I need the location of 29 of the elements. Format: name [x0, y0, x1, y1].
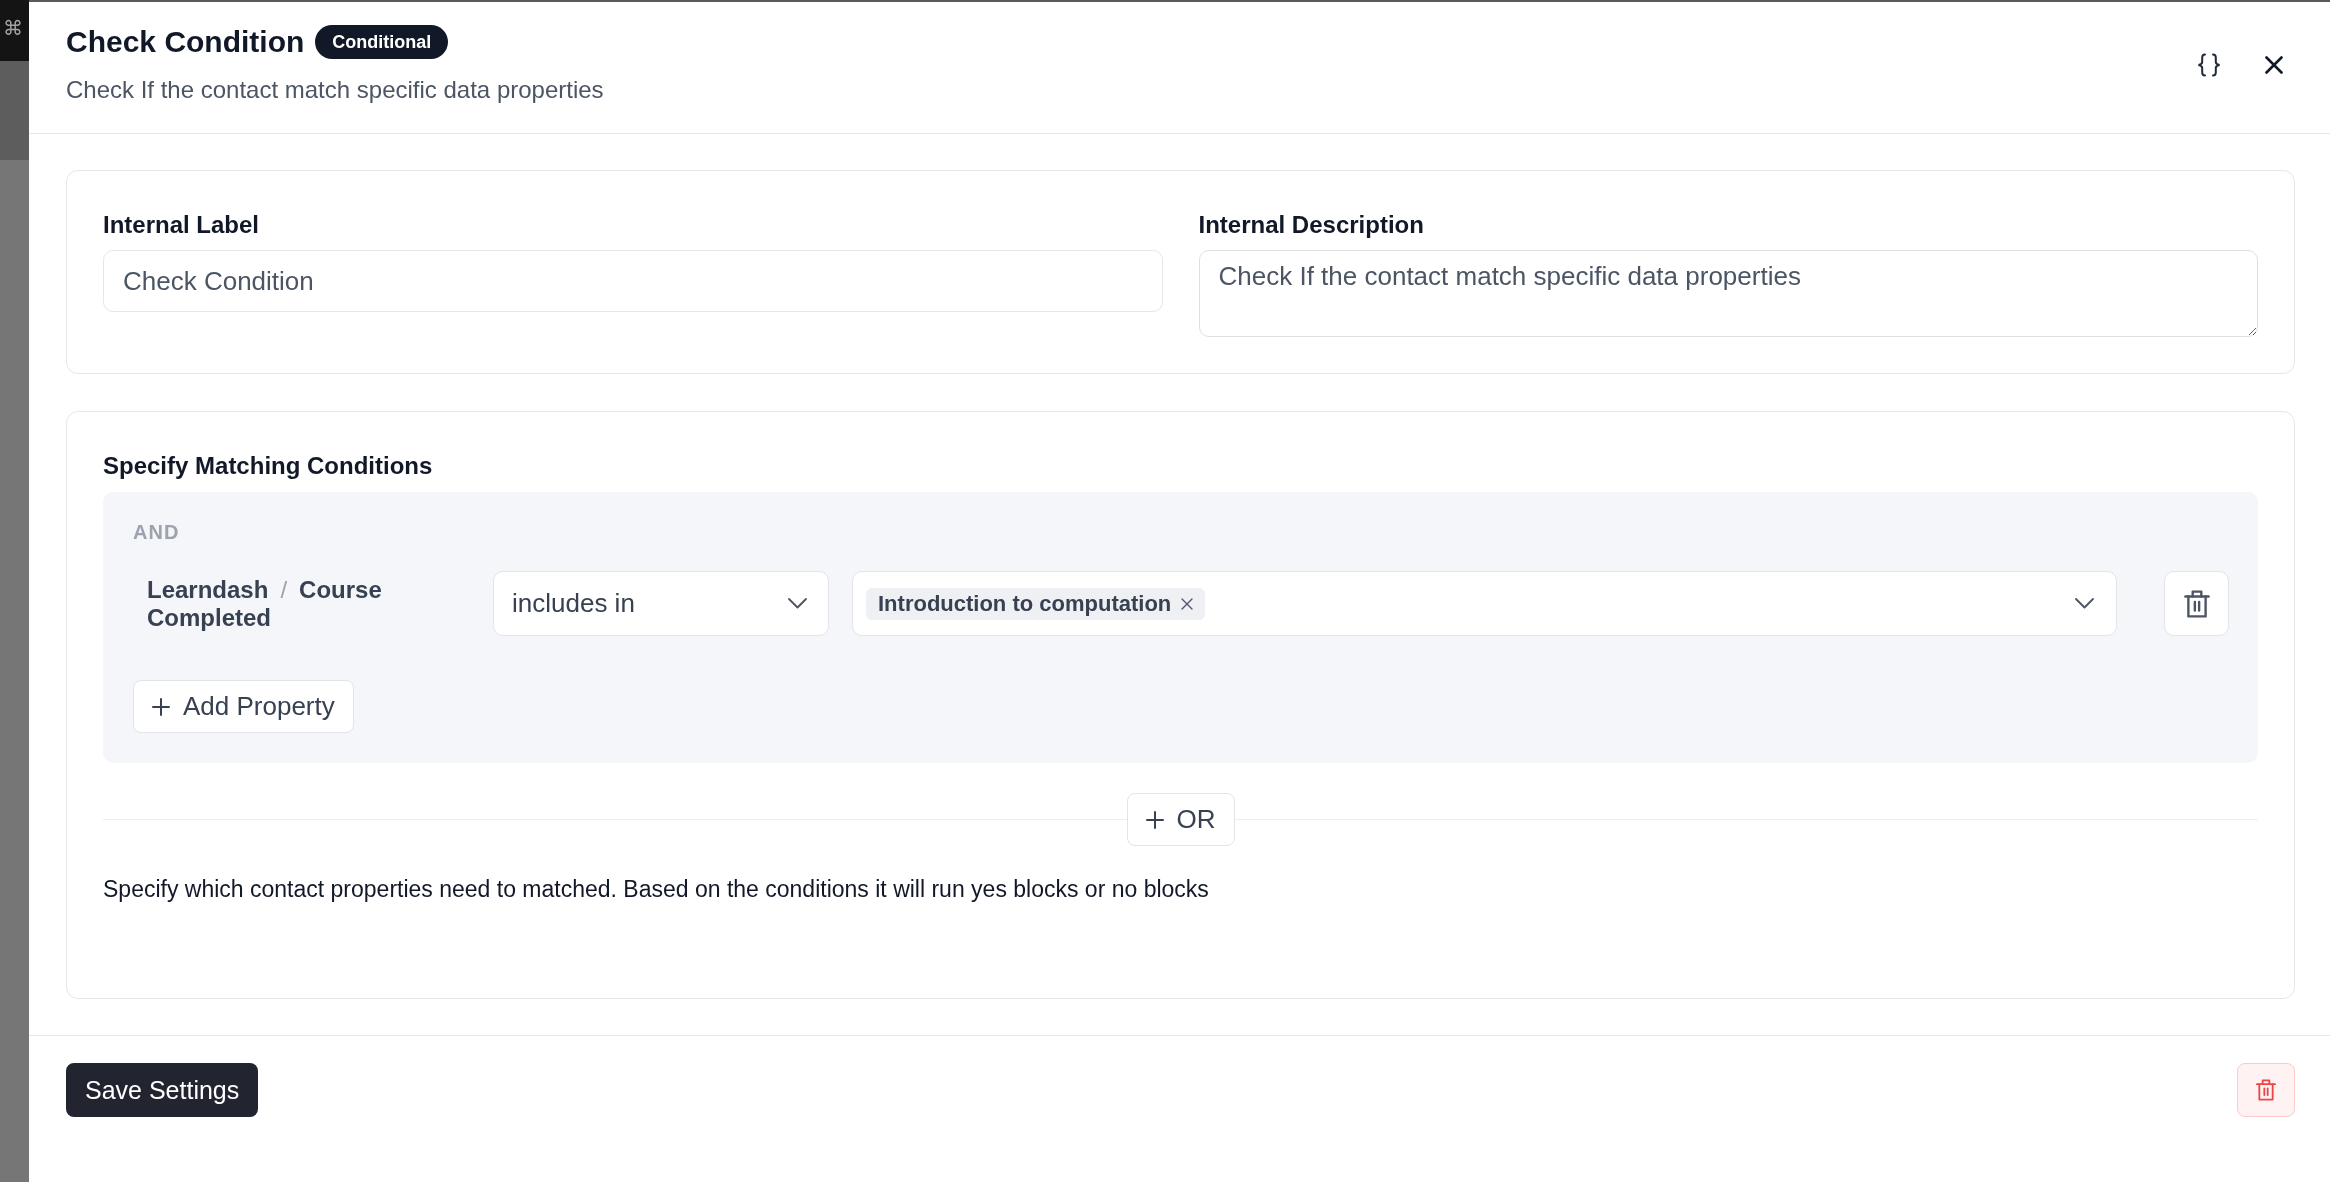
delete-button[interactable]	[2237, 1063, 2295, 1117]
trash-icon	[2183, 589, 2210, 618]
chevron-down-icon	[2075, 598, 2094, 609]
delete-button[interactable]	[2164, 571, 2229, 636]
property-path: Learndash / Course Completed	[146, 575, 383, 632]
close-icon[interactable]	[2265, 55, 2283, 74]
close-icon[interactable]	[1181, 597, 1194, 610]
chevron-down-icon	[788, 598, 807, 609]
dialog-subtitle: Check If the contact match specific data properties	[66, 75, 604, 105]
section-title: Specify Matching Conditions	[103, 452, 434, 480]
trash-icon	[2256, 1079, 2276, 1101]
field-label: Internal Description	[1198, 211, 1425, 239]
save-button[interactable]: Save Settings	[66, 1063, 259, 1117]
shortcut-key: ⌘	[3, 16, 25, 40]
join-label: AND	[133, 520, 180, 544]
type-badge: Conditional	[315, 25, 449, 59]
text-field[interactable]: Check Condition	[103, 250, 1163, 312]
field-label: Internal Label	[103, 211, 261, 239]
dialog-title: Check Condition	[66, 24, 305, 60]
help-text: Specify which contact properties need to matched. Based on the conditions it will run yes blocks or no blocks	[103, 875, 1210, 904]
plus-icon	[152, 697, 170, 716]
value-select[interactable]: Introduction to computation	[852, 571, 2117, 636]
add-property-button[interactable]: Add Property	[133, 680, 354, 733]
tag-label: Introduction to computation	[878, 590, 1172, 617]
plus-icon	[1145, 810, 1164, 829]
braces-icon[interactable]	[2197, 52, 2221, 77]
or-button[interactable]: OR	[1126, 793, 1235, 846]
operator-select[interactable]: includes in	[493, 571, 829, 636]
textarea-field[interactable]: Check If the contact match specific data properties	[1198, 250, 2258, 337]
